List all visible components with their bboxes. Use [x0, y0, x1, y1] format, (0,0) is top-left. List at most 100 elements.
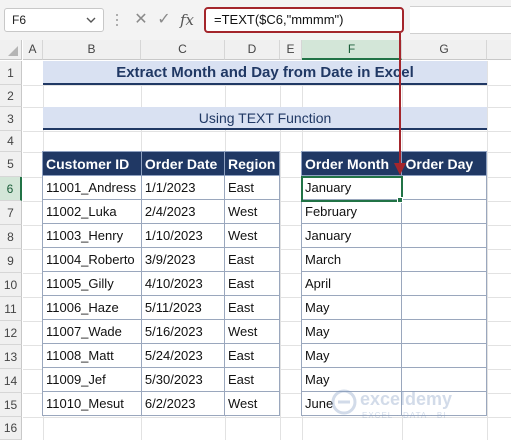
header-region[interactable]: Region — [224, 151, 280, 176]
column-header-g[interactable]: G — [402, 40, 487, 60]
row-header-9[interactable]: 9 — [0, 249, 22, 273]
customer-id-cell[interactable]: 11009_Jef — [42, 367, 142, 392]
column-header-a[interactable]: A — [23, 40, 43, 60]
customer-id-cell[interactable]: 11005_Gilly — [42, 271, 142, 296]
table-row: May — [300, 295, 487, 320]
fill-handle[interactable] — [397, 197, 403, 203]
customer-id-cell[interactable]: 11007_Wade — [42, 319, 142, 344]
order-date-cell[interactable]: 5/24/2023 — [140, 343, 226, 368]
table-row: 11002_Luka 2/4/2023 West — [42, 199, 280, 224]
order-day-cell[interactable] — [401, 343, 487, 368]
header-order-month[interactable]: Order Month — [300, 151, 403, 176]
column-header-c[interactable]: C — [141, 40, 225, 60]
order-date-cell[interactable]: 5/11/2023 — [140, 295, 226, 320]
row-header-3[interactable]: 3 — [0, 107, 22, 131]
order-date-cell[interactable]: 5/16/2023 — [140, 319, 226, 344]
customer-id-cell[interactable]: 11006_Haze — [42, 295, 142, 320]
watermark-name: exceldemy — [360, 389, 453, 409]
order-date-cell[interactable]: 5/30/2023 — [140, 367, 226, 392]
active-cell-selection[interactable] — [301, 176, 403, 202]
order-month-cell[interactable]: January — [300, 223, 403, 248]
row-header-4[interactable]: 4 — [0, 131, 22, 152]
header-customer-id[interactable]: Customer ID — [42, 151, 142, 176]
row-header-1[interactable]: 1 — [0, 61, 22, 85]
row-header-15[interactable]: 15 — [0, 393, 22, 417]
sheet-title: Extract Month and Day from Date in Excel — [43, 61, 487, 85]
row-header-7[interactable]: 7 — [0, 201, 22, 225]
row-header-10[interactable]: 10 — [0, 273, 22, 297]
row-header-11[interactable]: 11 — [0, 297, 22, 321]
customer-id-cell[interactable]: 11001_Andress — [42, 175, 142, 200]
customer-id-cell[interactable]: 11010_Mesut — [42, 391, 142, 416]
table-row: April — [300, 271, 487, 296]
row-header-6[interactable]: 6 — [0, 177, 22, 201]
region-cell[interactable]: West — [224, 391, 280, 416]
column-header-f[interactable]: F — [302, 40, 402, 60]
column-header-d[interactable]: D — [225, 40, 280, 60]
annotation-arrow-head-icon — [394, 163, 406, 175]
region-cell[interactable]: East — [224, 367, 280, 392]
order-day-cell[interactable] — [401, 319, 487, 344]
order-day-cell[interactable] — [401, 175, 487, 200]
customer-id-cell[interactable]: 11002_Luka — [42, 199, 142, 224]
region-cell[interactable]: East — [224, 247, 280, 272]
enter-check-icon[interactable]: ✓ — [154, 9, 174, 31]
row-header-12[interactable]: 12 — [0, 321, 22, 345]
header-order-day[interactable]: Order Day — [401, 151, 487, 176]
region-cell[interactable]: West — [224, 223, 280, 248]
table-row: 11004_Roberto 3/9/2023 East — [42, 247, 280, 272]
region-cell[interactable]: West — [224, 199, 280, 224]
order-month-cell[interactable]: May — [300, 319, 403, 344]
name-box[interactable]: F6 — [4, 8, 104, 32]
header-order-date[interactable]: Order Date — [140, 151, 226, 176]
order-date-cell[interactable]: 3/9/2023 — [140, 247, 226, 272]
customer-id-cell[interactable]: 11003_Henry — [42, 223, 142, 248]
order-month-cell[interactable]: May — [300, 295, 403, 320]
row-header-8[interactable]: 8 — [0, 225, 22, 249]
order-day-cell[interactable] — [401, 223, 487, 248]
customer-id-cell[interactable]: 11004_Roberto — [42, 247, 142, 272]
region-cell[interactable]: East — [224, 295, 280, 320]
formula-text: =TEXT($C6,"mmmm") — [214, 12, 344, 27]
insert-function-icon[interactable]: fx — [177, 9, 197, 31]
order-date-cell[interactable]: 1/1/2023 — [140, 175, 226, 200]
table-row: May — [300, 343, 487, 368]
order-date-cell[interactable]: 1/10/2023 — [140, 223, 226, 248]
customer-id-cell[interactable]: 11008_Matt — [42, 343, 142, 368]
watermark-tagline: EXCEL · DATA · BI — [362, 411, 447, 420]
row-header-14[interactable]: 14 — [0, 369, 22, 393]
order-day-cell[interactable] — [401, 271, 487, 296]
row-header-16[interactable]: 16 — [0, 417, 22, 440]
select-all-triangle-icon — [8, 46, 18, 56]
table-row: May — [300, 319, 487, 344]
order-month-cell[interactable]: February — [300, 199, 403, 224]
order-month-cell[interactable]: April — [300, 271, 403, 296]
orders-table: Customer ID Order Date Region 11001_Andr… — [42, 151, 280, 416]
region-cell[interactable]: West — [224, 319, 280, 344]
row-header-5[interactable]: 5 — [0, 152, 22, 177]
select-all-corner[interactable] — [0, 40, 22, 60]
column-header-h[interactable] — [487, 40, 511, 60]
order-month-cell[interactable]: March — [300, 247, 403, 272]
region-cell[interactable]: East — [224, 175, 280, 200]
row-header-13[interactable]: 13 — [0, 345, 22, 369]
order-day-cell[interactable] — [401, 295, 487, 320]
region-cell[interactable]: East — [224, 271, 280, 296]
order-date-cell[interactable]: 4/10/2023 — [140, 271, 226, 296]
table-row: 11003_Henry 1/10/2023 West — [42, 223, 280, 248]
column-header-b[interactable]: B — [43, 40, 141, 60]
order-day-cell[interactable] — [401, 199, 487, 224]
row-header-2[interactable]: 2 — [0, 85, 22, 107]
column-header-e[interactable]: E — [280, 40, 302, 60]
sheet-subtitle: Using TEXT Function — [43, 107, 487, 130]
region-cell[interactable]: East — [224, 343, 280, 368]
formula-input[interactable]: =TEXT($C6,"mmmm") — [204, 7, 404, 33]
table-row: January — [300, 223, 487, 248]
chevron-down-icon[interactable] — [85, 11, 97, 29]
order-date-cell[interactable]: 2/4/2023 — [140, 199, 226, 224]
cancel-icon[interactable]: ✕ — [131, 9, 151, 31]
annotation-arrow-line — [399, 33, 401, 167]
order-day-cell[interactable] — [401, 247, 487, 272]
order-month-cell[interactable]: May — [300, 343, 403, 368]
order-date-cell[interactable]: 6/2/2023 — [140, 391, 226, 416]
